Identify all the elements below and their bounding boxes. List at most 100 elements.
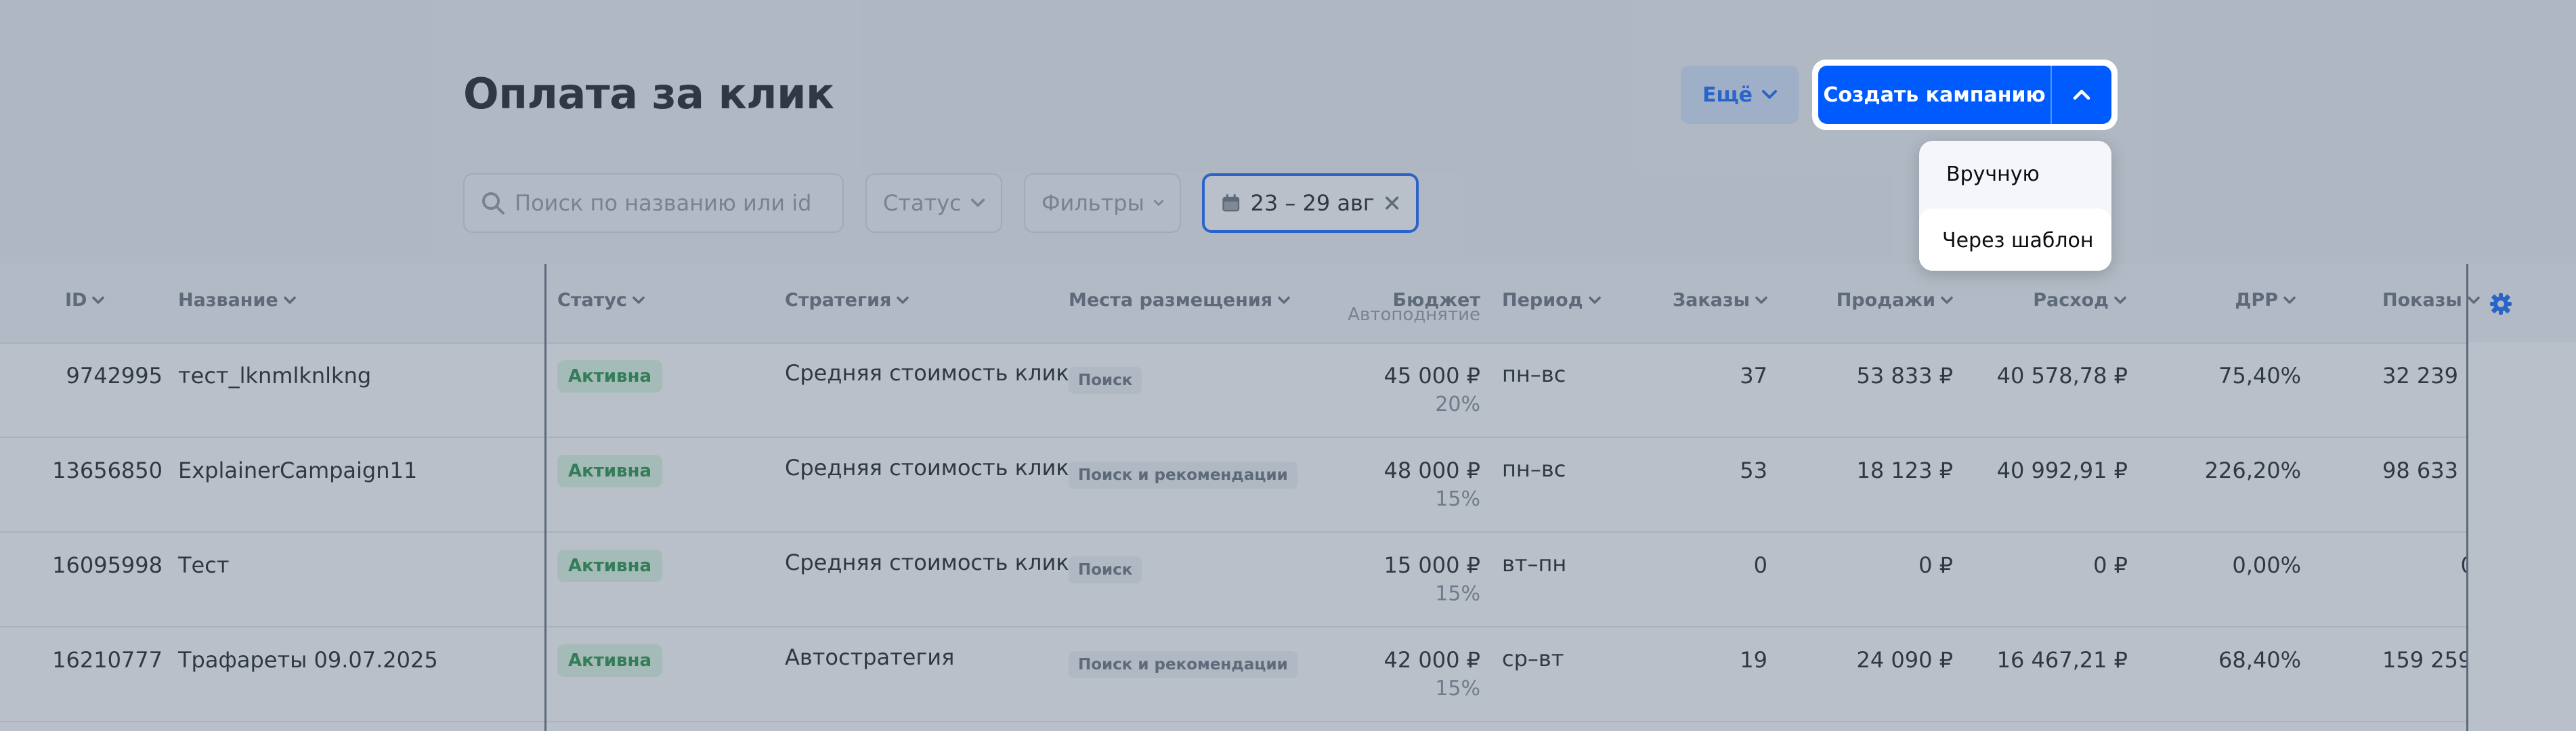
- column-header-placements[interactable]: Места размещения: [1069, 290, 1290, 311]
- create-campaign-menu: Вручную Через шаблон: [1919, 141, 2111, 271]
- cell-spend: 0 ₽: [2093, 552, 2128, 578]
- status-badge: Активна: [557, 360, 663, 393]
- column-label: Период: [1502, 290, 1583, 311]
- cell-strategy: Автостратегия: [785, 644, 955, 670]
- cell-orders: 37: [1740, 363, 1767, 389]
- table-settings-gear-icon[interactable]: [2489, 292, 2512, 315]
- cell-strategy: Средняя стоимость клика: [785, 360, 1083, 386]
- cell-name[interactable]: Тест: [178, 552, 229, 578]
- column-subheader-autoraise: Автоподнятие: [1348, 305, 1480, 325]
- cell-name[interactable]: Трафареты 09.07.2025: [178, 647, 438, 673]
- cell-drr: 68,40%: [2218, 647, 2301, 673]
- create-campaign-button-group: Создать кампанию: [1812, 60, 2118, 130]
- status-badge: Активна: [557, 550, 663, 582]
- row-divider: [0, 721, 2576, 722]
- cell-sales: 24 090 ₽: [1856, 647, 1954, 673]
- placement-tag: Поиск: [1069, 367, 1142, 394]
- status-filter[interactable]: Статус: [865, 173, 1002, 233]
- chevron-down-icon: [1941, 296, 1953, 304]
- cell-budget: 48 000 ₽: [1383, 458, 1481, 483]
- cell-impressions: 98 633: [2382, 458, 2458, 483]
- chevron-down-icon: [897, 296, 909, 304]
- cell-strategy: Средняя стоимость клика: [785, 550, 1083, 575]
- menu-item-from-template[interactable]: Через шаблон: [1919, 208, 2111, 271]
- create-campaign-button[interactable]: Создать кампанию: [1818, 66, 2052, 124]
- status-badge: Активна: [557, 455, 663, 487]
- search-placeholder: Поиск по названию или id: [515, 190, 812, 216]
- cell-impressions: 159 259: [2382, 647, 2472, 673]
- column-label: Заказы: [1672, 290, 1750, 311]
- placement-tag: Поиск: [1069, 556, 1142, 583]
- column-label: Продажи: [1836, 290, 1935, 311]
- menu-item-manual[interactable]: Вручную: [1946, 162, 2040, 186]
- column-header-sales[interactable]: Продажи: [1795, 290, 1953, 311]
- calendar-icon: [1222, 194, 1240, 212]
- column-header-drr[interactable]: ДРР: [2167, 290, 2296, 311]
- row-divider: [0, 531, 2576, 533]
- column-header-impressions[interactable]: Показы: [2382, 290, 2480, 311]
- cell-id: 16210777: [52, 647, 163, 673]
- cell-budget: 42 000 ₽: [1383, 647, 1481, 673]
- cell-orders: 19: [1740, 647, 1767, 673]
- filters-button[interactable]: Фильтры: [1024, 173, 1181, 233]
- chevron-down-icon: [1153, 200, 1163, 206]
- cell-id: 9742995: [66, 363, 163, 389]
- date-range-label: 23 – 29 авг: [1250, 190, 1375, 216]
- cell-period: пн–вс: [1502, 361, 1566, 387]
- more-button-label: Ещё: [1702, 83, 1753, 107]
- chevron-up-icon: [2073, 89, 2090, 100]
- cell-spend: 40 992,91 ₽: [1996, 458, 2128, 483]
- status-badge: Активна: [557, 644, 663, 677]
- column-label: ДРР: [2235, 290, 2278, 311]
- chevron-down-icon: [2114, 296, 2126, 304]
- cell-period: пн–вс: [1502, 456, 1566, 482]
- chevron-down-icon: [92, 296, 105, 304]
- more-button[interactable]: Ещё: [1681, 66, 1799, 124]
- cell-name[interactable]: тест_lknmlknlkng: [178, 363, 371, 389]
- column-header-strategy[interactable]: Стратегия: [785, 290, 909, 311]
- chevron-down-icon: [632, 296, 645, 304]
- cell-drr: 226,20%: [2204, 458, 2301, 483]
- row-divider: [0, 626, 2576, 627]
- column-label: Название: [178, 290, 278, 311]
- menu-item-label: Через шаблон: [1942, 229, 2094, 252]
- column-header-name[interactable]: Название: [178, 290, 296, 311]
- chevron-down-icon: [2468, 296, 2480, 304]
- cell-sales: 53 833 ₽: [1856, 363, 1954, 389]
- cell-sales: 0 ₽: [1918, 552, 1953, 578]
- cell-spend: 16 467,21 ₽: [1996, 647, 2128, 673]
- cell-drr: 75,40%: [2218, 363, 2301, 389]
- column-header-orders[interactable]: Заказы: [1639, 290, 1767, 311]
- filters-label: Фильтры: [1042, 190, 1144, 216]
- actions-column: [2468, 342, 2576, 731]
- cell-name[interactable]: ExplainerCampaign11: [178, 458, 417, 483]
- cell-id: 16095998: [52, 552, 163, 578]
- chevron-down-icon: [283, 296, 296, 304]
- cell-orders: 53: [1740, 458, 1767, 483]
- cell-impressions: 0: [2382, 552, 2474, 578]
- cell-period: ср–вт: [1502, 646, 1564, 671]
- placement-tag: Поиск и рекомендации: [1069, 462, 1297, 489]
- chevron-down-icon: [1588, 296, 1601, 304]
- cell-budget: 15 000 ₽: [1383, 552, 1481, 578]
- page-title: Оплата за клик: [463, 69, 834, 118]
- chevron-down-icon: [1278, 296, 1290, 304]
- column-header-period[interactable]: Период: [1502, 290, 1601, 311]
- search-input[interactable]: Поиск по названию или id: [463, 173, 844, 233]
- column-header-id[interactable]: ID: [65, 290, 105, 311]
- cell-autoraise: 20%: [1435, 393, 1480, 416]
- close-icon[interactable]: [1384, 193, 1400, 213]
- chevron-down-icon: [970, 198, 985, 207]
- column-label: Стратегия: [785, 290, 892, 311]
- chevron-down-icon: [2283, 296, 2296, 304]
- placement-tag: Поиск и рекомендации: [1069, 651, 1297, 678]
- column-header-spend[interactable]: Расход: [1964, 290, 2126, 311]
- column-header-status[interactable]: Статус: [557, 290, 645, 311]
- create-campaign-menu-toggle[interactable]: [2052, 66, 2111, 124]
- cell-period: вт–пн: [1502, 551, 1567, 577]
- cell-sales: 18 123 ₽: [1856, 458, 1954, 483]
- cell-orders: 0: [1753, 552, 1767, 578]
- search-icon: [482, 192, 505, 215]
- column-label: Статус: [557, 290, 627, 311]
- date-range-filter[interactable]: 23 – 29 авг: [1202, 173, 1419, 233]
